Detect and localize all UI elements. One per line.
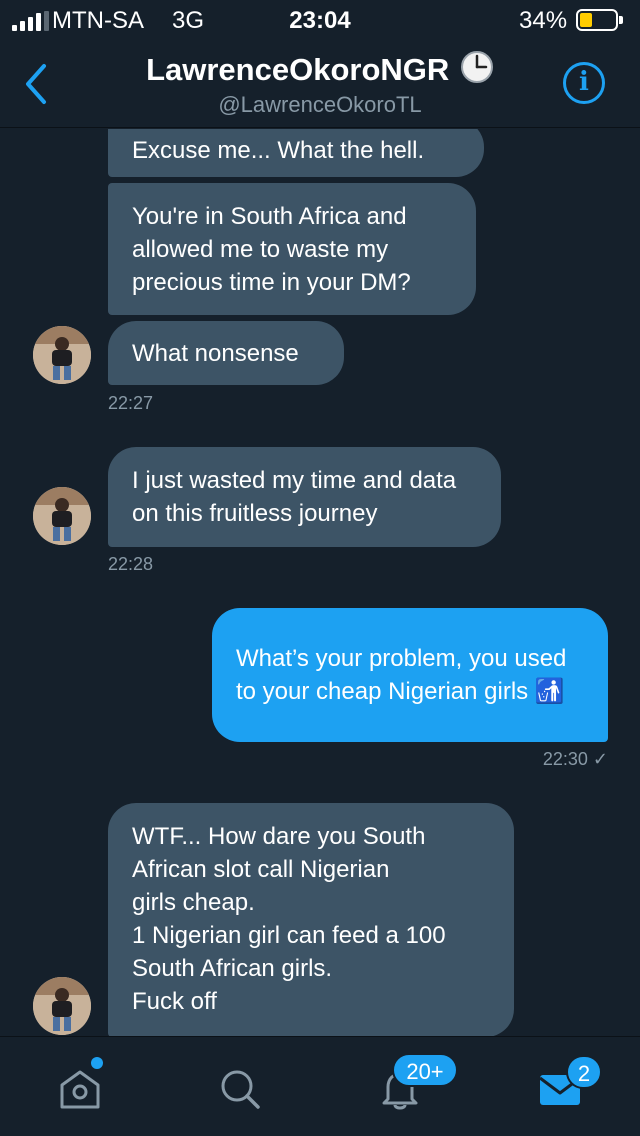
message-text: What nonsense: [132, 339, 299, 367]
clock-emoji-icon: [460, 51, 493, 83]
profile-photo-icon: [33, 326, 91, 384]
conversation-header: LawrenceOkoroNGR @LawrenceOkoroTL i: [0, 40, 640, 128]
tab-messages[interactable]: 2: [480, 1037, 640, 1136]
message-timestamp: 22:27: [108, 393, 154, 413]
sent-check-icon: ✓: [592, 749, 608, 769]
message-text: What’s your problem, you used to your ch…: [236, 645, 567, 705]
status-bar: MTN-SA 3G 23:04 34%: [0, 0, 640, 40]
message-bubble-incoming[interactable]: I just wasted my time and data on this f…: [108, 447, 501, 547]
search-icon: [221, 1070, 260, 1109]
info-button[interactable]: i: [563, 62, 605, 104]
info-icon: i: [579, 67, 589, 97]
message-bubble-outgoing[interactable]: What’s your problem, you used to your ch…: [212, 608, 608, 742]
message-text: WTF... How dare you South African slot c…: [132, 823, 446, 1015]
tab-notifications[interactable]: 20+: [320, 1037, 480, 1136]
battery-percent: 34%: [519, 7, 568, 34]
message-text: Excuse me... What the hell.: [132, 136, 425, 164]
message-bubble-incoming[interactable]: You're in South Africa and allowed me to…: [108, 183, 476, 315]
home-icon: [60, 1070, 100, 1109]
avatar[interactable]: [33, 487, 91, 545]
message-timestamp: 22:30 ✓: [542, 749, 608, 769]
message-text: I just wasted my time and data on this f…: [132, 467, 457, 527]
notifications-badge: 20+: [392, 1053, 458, 1087]
dm-conversation-screen: MTN-SA 3G 23:04 34% LawrenceOkoroNGR @La…: [0, 0, 640, 1136]
tab-home[interactable]: [0, 1037, 160, 1136]
bottom-tab-bar: 20+ 2: [0, 1036, 640, 1136]
message-timestamp: 22:28: [108, 554, 154, 574]
messages-badge: 2: [566, 1055, 602, 1089]
home-unread-dot: [91, 1057, 103, 1069]
profile-photo-icon: [33, 977, 91, 1035]
message-bubble-incoming[interactable]: Excuse me... What the hell.: [108, 129, 484, 177]
avatar[interactable]: [33, 326, 91, 384]
litter-emoji-icon: 🚮: [534, 677, 565, 705]
avatar[interactable]: [33, 977, 91, 1035]
contact-handle: @LawrenceOkoroTL: [218, 92, 422, 117]
contact-name: LawrenceOkoroNGR: [146, 52, 450, 87]
profile-photo-icon: [33, 487, 91, 545]
message-text: You're in South Africa and allowed me to…: [132, 202, 411, 296]
battery-icon: [576, 9, 623, 31]
message-list[interactable]: Excuse me... What the hell. You're in So…: [0, 129, 640, 1036]
message-bubble-incoming[interactable]: What nonsense: [108, 321, 344, 385]
tab-search[interactable]: [160, 1037, 320, 1136]
message-bubble-incoming[interactable]: WTF... How dare you South African slot c…: [108, 803, 514, 1036]
conversation-title: LawrenceOkoroNGR: [0, 50, 640, 88]
